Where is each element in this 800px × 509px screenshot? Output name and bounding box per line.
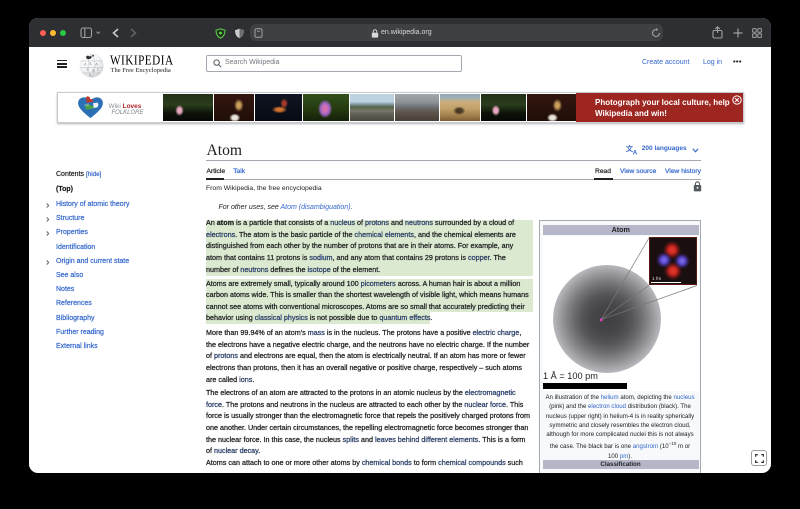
svg-text:Ξ: Ξ [97,67,99,71]
svg-text:Б: Б [90,61,92,65]
svg-text:Τ: Τ [86,68,88,72]
svg-text:Ω: Ω [89,72,91,76]
svg-text:A: A [633,150,638,156]
